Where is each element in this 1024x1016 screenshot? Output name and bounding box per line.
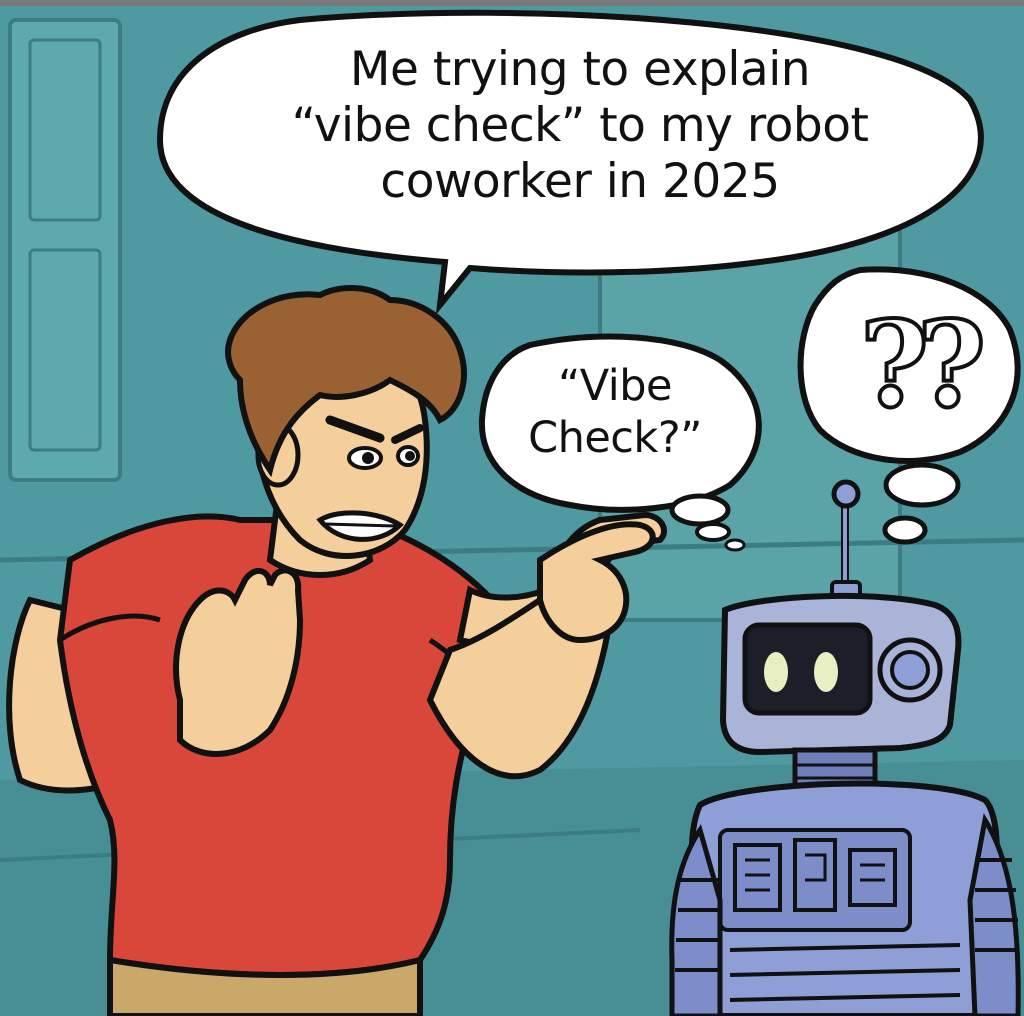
speech-bubble-tail-3 — [724, 538, 746, 552]
caption-line-3: coworker in 2025 — [380, 154, 780, 209]
speech-bubble-tail-2 — [695, 522, 731, 542]
human-speech-text: “Vibe Check?” — [500, 360, 730, 464]
robot-face-screen — [742, 622, 873, 716]
human-pupil-left — [362, 452, 374, 464]
robot-thought-question-marks: ?? — [858, 295, 988, 434]
thought-bubble-puff-2 — [882, 515, 928, 545]
thought-bubble-puff-1 — [883, 462, 961, 508]
robot-ear-dial-inner — [890, 650, 930, 690]
caption-text: Me trying to explain “vibe check” to my … — [230, 42, 930, 210]
human-speech-line-2: Check?” — [528, 413, 702, 463]
robot-eye-right — [814, 652, 838, 692]
robot-antenna-tip — [831, 479, 861, 509]
caption-line-2: “vibe check” to my robot — [291, 98, 869, 153]
human-speech-line-1: “Vibe — [558, 361, 672, 411]
top-border — [0, 0, 1024, 6]
caption-line-1: Me trying to explain — [349, 42, 811, 97]
human-pupil-right — [405, 451, 415, 461]
speech-bubble-tail-1 — [669, 493, 731, 527]
comic-panel: Me trying to explain “vibe check” to my … — [0, 0, 1024, 1016]
robot-eye-left — [764, 652, 788, 692]
human-teeth-line — [324, 522, 397, 528]
